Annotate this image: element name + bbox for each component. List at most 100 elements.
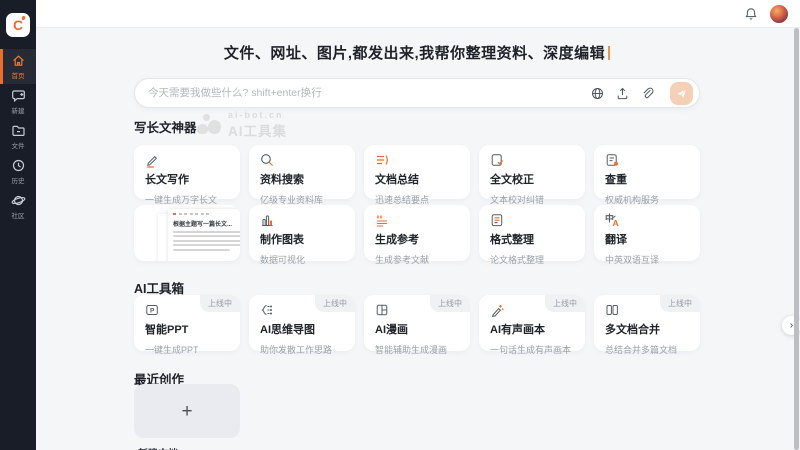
card-title: AI漫画	[375, 321, 459, 337]
sidebar-item-label: 社区	[12, 210, 25, 220]
card-title: 全文校正	[490, 171, 574, 187]
sidebar-item-community[interactable]: 社区	[0, 189, 36, 224]
card-title: AI有声画本	[490, 321, 574, 337]
card-doc-summary[interactable]: 文档总结 迅速总结要点	[364, 145, 470, 199]
card-title: 智能PPT	[145, 321, 229, 337]
summary-icon	[375, 153, 389, 167]
send-icon	[676, 88, 687, 99]
folder-icon	[11, 123, 26, 138]
svg-text:P: P	[150, 308, 155, 315]
notification-bell-icon[interactable]	[744, 7, 758, 21]
topbar	[36, 0, 800, 28]
app-logo[interactable]: C	[6, 13, 30, 37]
card-plagiarism-check[interactable]: 查重 权威机构服务	[594, 145, 700, 199]
sidebar-item-label: 首页	[12, 70, 25, 80]
app-logo-dot	[21, 16, 25, 21]
upload-icon[interactable]	[616, 87, 629, 100]
new-creation-card[interactable]: +	[134, 384, 240, 438]
text-cursor	[608, 46, 610, 60]
card-title: 生成参考	[375, 231, 459, 247]
card-subtitle: 一句话生成有声画本	[490, 343, 574, 356]
card-subtitle: 助你发散工作思路	[260, 343, 344, 356]
preview-sheet: 根据主题写一篇长文...	[168, 209, 240, 261]
card-proofread[interactable]: 全文校正 文本校对纠错	[479, 145, 585, 199]
writing-cards-row1: 长文写作 一键生成万字长文 资料搜索 亿级专业资料库 文档总结 迅速总结要点 全…	[134, 145, 700, 199]
translate-icon: 中A	[605, 213, 620, 227]
new-creation-label: 新建文档	[138, 445, 178, 450]
card-title: 长文写作	[145, 171, 229, 187]
toolbox-cards: 上线中 P 智能PPT 一键生成PPT 上线中 AI思维导图 助你发散工作思路 …	[134, 295, 700, 351]
card-title: 资料搜索	[260, 171, 344, 187]
proofread-icon	[490, 153, 504, 167]
mindmap-icon	[260, 303, 274, 317]
card-title: 文档总结	[375, 171, 459, 187]
search-icon	[260, 153, 274, 167]
card-subtitle: 中英双语互译	[605, 253, 689, 266]
card-doc-preview[interactable]: 根据主题写一篇长文...	[134, 205, 240, 261]
card-smart-ppt[interactable]: 上线中 P 智能PPT 一键生成PPT	[134, 295, 240, 351]
status-badge: 上线中	[660, 295, 700, 312]
app-logo-letter: C	[13, 18, 23, 32]
hero-title: 文件、网址、图片,都发出来,我帮你整理资料、深度编辑	[134, 42, 700, 63]
card-subtitle: 智能辅助生成漫画	[375, 343, 459, 356]
card-subtitle: 论文格式整理	[490, 253, 574, 266]
sidebar-item-home[interactable]: 首页	[0, 49, 36, 84]
card-research-search[interactable]: 资料搜索 亿级专业资料库	[249, 145, 355, 199]
send-button[interactable]	[670, 82, 693, 105]
status-badge: 上线中	[430, 295, 470, 312]
section-title-writing: 写长文神器	[134, 117, 197, 136]
chart-icon	[260, 213, 274, 227]
card-title: 翻译	[605, 231, 689, 247]
status-badge: 上线中	[200, 295, 240, 312]
card-translate[interactable]: 中A 翻译 中英双语互译	[594, 205, 700, 261]
prompt-input-bar	[134, 78, 700, 108]
home-icon	[11, 53, 26, 68]
format-icon	[490, 213, 504, 227]
plagiarism-icon	[605, 153, 619, 167]
chevron-right-icon: ›	[790, 320, 793, 331]
audiobook-brush-icon	[490, 303, 504, 317]
web-search-icon[interactable]	[591, 87, 604, 100]
card-ai-mindmap[interactable]: 上线中 AI思维导图 助你发散工作思路	[249, 295, 355, 351]
sidebar-item-label: 文件	[12, 140, 25, 150]
user-avatar[interactable]	[770, 5, 788, 23]
card-subtitle: 数据可视化	[260, 253, 344, 266]
vertical-scrollbar[interactable]	[794, 28, 799, 450]
card-ai-comic[interactable]: 上线中 AI漫画 智能辅助生成漫画	[364, 295, 470, 351]
sidebar-item-label: 新建	[12, 105, 25, 115]
sidebar: C 首页 新建 文件 历史 社区	[0, 0, 36, 450]
attachment-link-icon[interactable]	[641, 87, 654, 100]
watermark-logo-icon	[196, 114, 222, 136]
card-title: 多文档合并	[605, 321, 689, 337]
card-make-chart[interactable]: 制作图表 数据可视化	[249, 205, 355, 261]
card-subtitle: 总结合并多篇文档	[605, 343, 689, 356]
main-area: 文件、网址、图片,都发出来,我帮你整理资料、深度编辑 ai-bot.cn AI工…	[36, 28, 800, 450]
card-ai-audio-storybook[interactable]: 上线中 AI有声画本 一句话生成有声画本	[479, 295, 585, 351]
card-subtitle: 一键生成PPT	[145, 343, 229, 356]
reference-icon	[375, 213, 389, 227]
pencil-icon	[145, 153, 159, 168]
card-title: 查重	[605, 171, 689, 187]
new-chat-icon	[11, 88, 26, 103]
sidebar-item-label: 历史	[12, 175, 25, 185]
card-generate-references[interactable]: 生成参考 生成参考文献	[364, 205, 470, 261]
ppt-icon: P	[145, 303, 159, 317]
sidebar-item-history[interactable]: 历史	[0, 154, 36, 189]
card-long-writing[interactable]: 长文写作 一键生成万字长文	[134, 145, 240, 199]
prompt-input[interactable]	[148, 87, 591, 99]
merge-docs-icon	[605, 303, 619, 317]
comic-icon	[375, 303, 389, 317]
watermark: ai-bot.cn AI工具集	[196, 110, 287, 140]
status-badge: 上线中	[545, 295, 585, 312]
history-icon	[11, 158, 26, 173]
card-format-cleanup[interactable]: 格式整理 论文格式整理	[479, 205, 585, 261]
sidebar-item-new[interactable]: 新建	[0, 84, 36, 119]
preview-toolbar	[173, 212, 240, 216]
card-subtitle: 生成参考文献	[375, 253, 459, 266]
card-merge-docs[interactable]: 上线中 多文档合并 总结合并多篇文档	[594, 295, 700, 351]
sidebar-item-files[interactable]: 文件	[0, 119, 36, 154]
svg-text:A: A	[613, 218, 619, 227]
community-icon	[11, 193, 26, 208]
watermark-line1: ai-bot.cn	[228, 110, 287, 120]
card-title: AI思维导图	[260, 321, 344, 337]
